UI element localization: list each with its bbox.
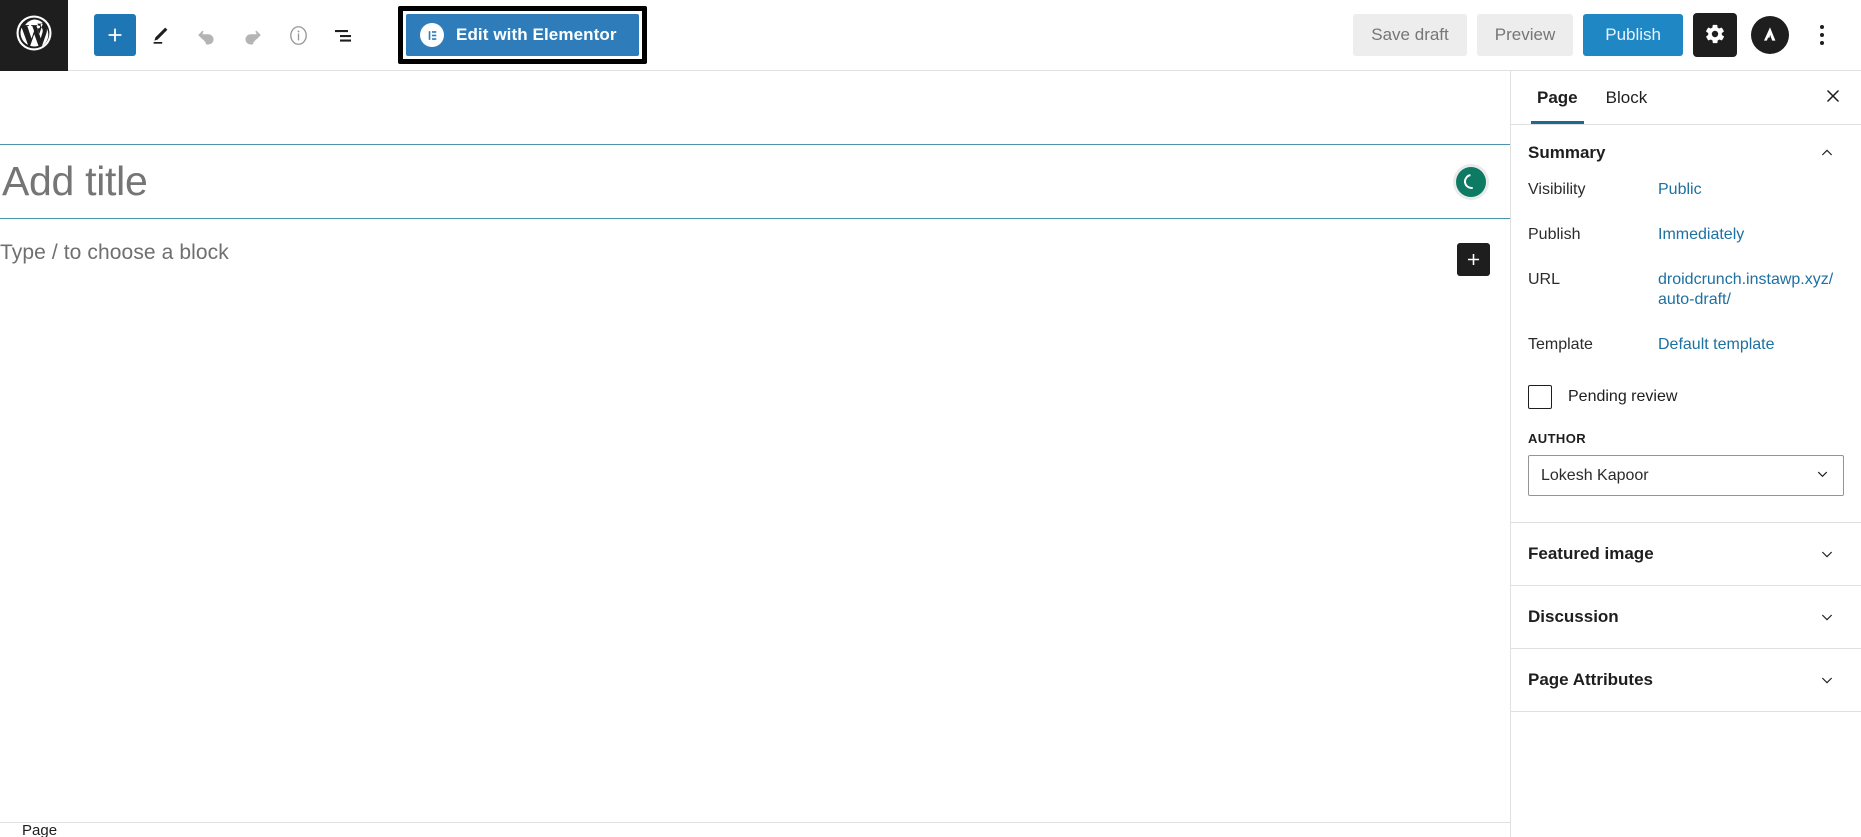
tab-page[interactable]: Page — [1523, 71, 1592, 124]
close-sidebar-button[interactable] — [1813, 78, 1853, 118]
featured-image-header[interactable]: Featured image — [1511, 523, 1861, 585]
author-selected-value: Lokesh Kapoor — [1541, 466, 1649, 484]
astra-logo-icon — [1760, 24, 1780, 47]
close-icon — [1823, 86, 1843, 109]
wordpress-logo-icon — [13, 12, 55, 59]
summary-row-publish: Publish Immediately — [1511, 225, 1861, 246]
chevron-down-icon — [1819, 672, 1835, 688]
url-label: URL — [1528, 270, 1561, 288]
editor-breadcrumb-bar: Page — [0, 822, 1510, 837]
summary-row-visibility: Visibility Public — [1511, 180, 1861, 201]
toolbar-tools — [68, 13, 366, 57]
add-block-inserter-button[interactable] — [1457, 243, 1490, 276]
more-options-button[interactable] — [1805, 13, 1839, 57]
kebab-vertical-icon — [1820, 25, 1824, 29]
url-value[interactable]: droidcrunch.instawp.xyz/auto-draft/ — [1658, 270, 1841, 311]
tab-block[interactable]: Block — [1592, 71, 1662, 124]
edit-with-elementor-highlight: Edit with Elementor — [398, 6, 647, 64]
publish-button[interactable]: Publish — [1583, 14, 1683, 56]
editor-top-toolbar: Edit with Elementor Save draft Preview P… — [0, 0, 1861, 71]
editor-settings-sidebar: Page Block Summary Visibility Public Pub… — [1510, 71, 1861, 837]
visibility-label: Visibility — [1528, 181, 1586, 198]
chevron-up-icon — [1819, 145, 1835, 161]
template-label: Template — [1528, 335, 1593, 353]
gear-icon — [1704, 23, 1726, 48]
summary-row-url: URL droidcrunch.instawp.xyz/auto-draft/ — [1511, 270, 1861, 311]
publish-value[interactable]: Immediately — [1658, 225, 1744, 245]
tools-pencil-button[interactable] — [138, 13, 182, 57]
details-info-button[interactable] — [276, 13, 320, 57]
author-field: AUTHOR Lokesh Kapoor — [1511, 431, 1861, 497]
discussion-header[interactable]: Discussion — [1511, 586, 1861, 648]
page-attributes-title: Page Attributes — [1528, 670, 1654, 690]
chevron-down-icon — [1814, 465, 1831, 487]
summary-section-header[interactable]: Summary — [1511, 125, 1861, 180]
summary-title: Summary — [1528, 142, 1606, 162]
pending-review-label: Pending review — [1568, 388, 1678, 406]
edit-with-elementor-button[interactable]: Edit with Elementor — [406, 14, 639, 56]
author-select[interactable]: Lokesh Kapoor — [1528, 455, 1844, 497]
settings-gear-button[interactable] — [1693, 13, 1737, 57]
wordpress-block-editor: Edit with Elementor Save draft Preview P… — [0, 0, 1861, 837]
pending-review-checkbox[interactable] — [1528, 385, 1552, 410]
chevron-down-icon — [1819, 609, 1835, 625]
preview-button[interactable]: Preview — [1476, 14, 1574, 56]
breadcrumb[interactable]: Page — [0, 823, 1510, 837]
author-label: AUTHOR — [1528, 431, 1587, 447]
undo-button[interactable] — [184, 13, 228, 57]
post-title-placeholder: Add title — [2, 158, 148, 204]
pending-review-row: Pending review — [1511, 385, 1861, 410]
chevron-down-icon — [1819, 546, 1835, 562]
redo-button[interactable] — [230, 13, 274, 57]
summary-row-template: Template Default template — [1511, 335, 1861, 356]
discussion-title: Discussion — [1528, 607, 1619, 627]
panel-page-attributes: Page Attributes — [1511, 649, 1861, 713]
list-view-button[interactable] — [322, 13, 366, 57]
astra-logo-button[interactable] — [1751, 16, 1789, 54]
editor-canvas: Add title Type / to choose a block Page — [0, 71, 1510, 837]
post-title-field[interactable]: Add title — [0, 144, 1510, 219]
panel-discussion: Discussion — [1511, 586, 1861, 650]
block-inserter-toggle-button[interactable] — [94, 14, 136, 56]
save-draft-button[interactable]: Save draft — [1353, 14, 1467, 56]
edit-with-elementor-label: Edit with Elementor — [456, 25, 617, 44]
visibility-value[interactable]: Public — [1658, 180, 1702, 200]
wordpress-logo-button[interactable] — [0, 0, 68, 71]
toolbar-actions: Save draft Preview Publish — [1353, 13, 1861, 57]
loading-spinner-icon — [1456, 166, 1486, 197]
sidebar-tablist: Page Block — [1511, 71, 1861, 125]
featured-image-title: Featured image — [1528, 544, 1654, 564]
page-attributes-header[interactable]: Page Attributes — [1511, 649, 1861, 711]
default-block-appender[interactable]: Type / to choose a block — [0, 241, 1400, 265]
template-value[interactable]: Default template — [1658, 335, 1775, 355]
elementor-logo-icon — [420, 23, 444, 47]
publish-label: Publish — [1528, 225, 1581, 243]
panel-featured-image: Featured image — [1511, 523, 1861, 587]
